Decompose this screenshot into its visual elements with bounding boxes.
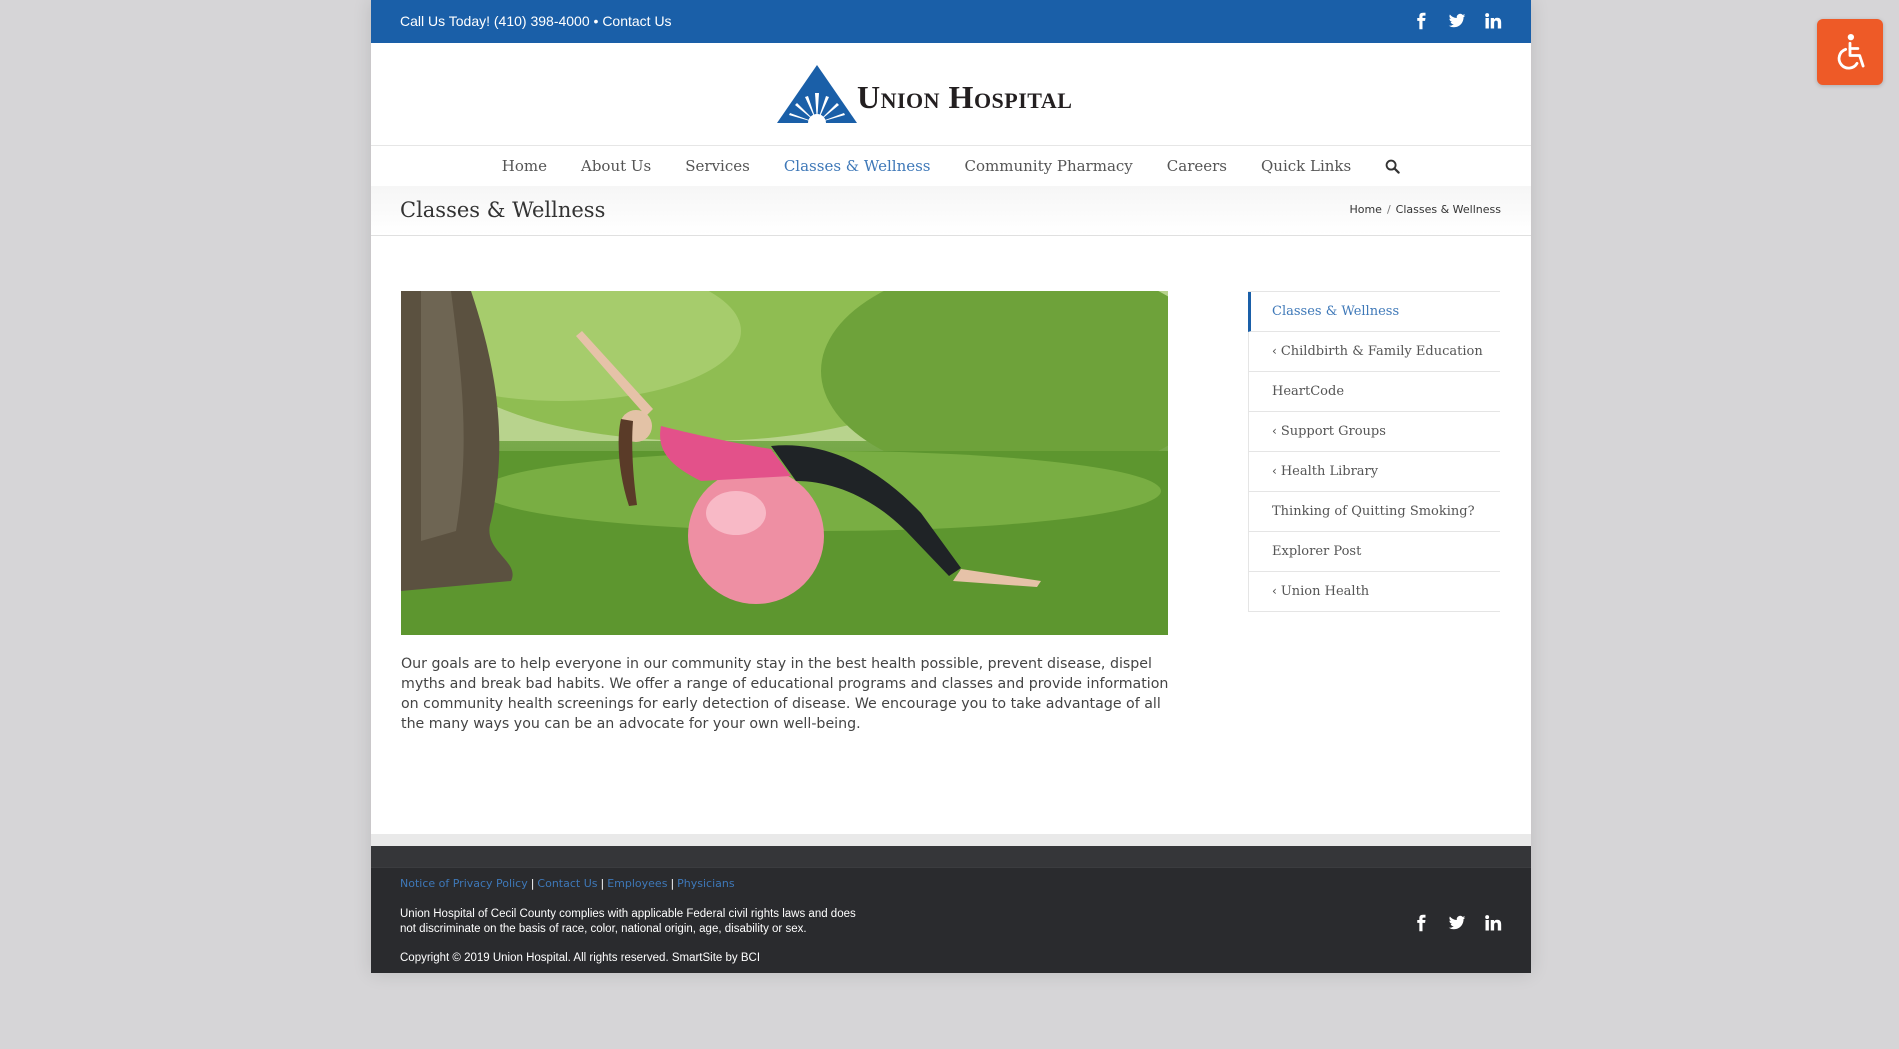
site-footer: Notice of Privacy Policy | Contact Us | Empl… <box>371 846 1531 973</box>
copyright: Copyright © 2019 Union Hospital. All rig… <box>400 952 761 964</box>
facebook-icon[interactable] <box>1412 914 1430 932</box>
footer-spacer <box>371 834 1531 846</box>
breadcrumb: Home / Classes & Wellness <box>1349 186 1501 234</box>
contact-info: Call Us Today! (410) 398-4000 • Contact … <box>400 0 672 43</box>
chevron-left-icon: ‹ <box>1272 464 1277 478</box>
sidebar-menu: Classes & Wellness ‹ Childbirth & Family … <box>1248 291 1500 612</box>
sidebar-item-quitting-smoking[interactable]: Thinking of Quitting Smoking? <box>1248 492 1500 532</box>
wheelchair-icon <box>1837 33 1865 70</box>
search-icon[interactable] <box>1368 159 1417 174</box>
site-header: Union Hospital <box>371 43 1531 145</box>
sidebar-item-childbirth[interactable]: ‹ Childbirth & Family Education <box>1248 332 1500 372</box>
logo-wordmark: Union Hospital <box>857 78 1073 115</box>
footer-link-divider: | <box>670 877 675 890</box>
sidebar-item-support-groups[interactable]: ‹ Support Groups <box>1248 412 1500 452</box>
facebook-icon[interactable] <box>1412 12 1430 30</box>
nav-item-about-us[interactable]: About Us <box>564 147 668 185</box>
sidebar-item-label: HeartCode <box>1272 384 1345 399</box>
footer-link-divider: | <box>530 877 535 890</box>
footer-links: Notice of Privacy Policy | Contact Us | Empl… <box>400 877 735 890</box>
site-logo[interactable]: Union Hospital <box>775 63 1129 125</box>
footer-link-contact[interactable]: Contact Us <box>537 877 597 890</box>
accessibility-button[interactable] <box>1817 19 1883 85</box>
intro-paragraph: Our goals are to help everyone in our co… <box>401 656 1169 732</box>
footer-link-privacy[interactable]: Notice of Privacy Policy <box>400 877 528 890</box>
top-bar: Call Us Today! (410) 398-4000 • Contact … <box>371 0 1531 43</box>
nav-item-careers[interactable]: Careers <box>1150 147 1244 185</box>
sidebar-item-label: Classes & Wellness <box>1272 304 1400 319</box>
sidebar-item-heartcode[interactable]: HeartCode <box>1248 372 1500 412</box>
sidebar-item-label: Childbirth & Family Education <box>1280 344 1483 359</box>
page-wrapper: Call Us Today! (410) 398-4000 • Contact … <box>371 0 1531 973</box>
top-social-links <box>1412 12 1502 30</box>
hero-image <box>401 291 1168 635</box>
sidebar-item-label: Union Health <box>1280 584 1370 599</box>
sidebar-item-label: Thinking of Quitting Smoking? <box>1272 504 1475 519</box>
nav-item-services[interactable]: Services <box>668 147 767 185</box>
footer-link-divider: | <box>600 877 605 890</box>
page-title-bar: Classes & Wellness Home / Classes & Wellne… <box>371 186 1531 236</box>
nondiscrimination-notice: Union Hospital of Cecil County complies … <box>400 908 856 935</box>
sidebar-item-union-health[interactable]: ‹ Union Health <box>1248 572 1500 612</box>
footer-social-links <box>1412 914 1502 932</box>
chevron-left-icon: ‹ <box>1272 344 1277 358</box>
footer-link-physicians[interactable]: Physicians <box>677 877 734 890</box>
nav-item-home[interactable]: Home <box>485 147 564 185</box>
sidebar-item-health-library[interactable]: ‹ Health Library <box>1248 452 1500 492</box>
footer-top-strip <box>371 846 1531 868</box>
sidebar-item-classes-wellness[interactable]: Classes & Wellness <box>1248 292 1500 332</box>
phone-text: Call Us Today! (410) 398-4000 • <box>400 13 599 29</box>
breadcrumb-current: Classes & Wellness <box>1395 203 1501 216</box>
chevron-left-icon: ‹ <box>1272 424 1277 438</box>
linkedin-icon[interactable] <box>1484 914 1502 932</box>
sidebar-item-label: Support Groups <box>1280 424 1386 439</box>
chevron-left-icon: ‹ <box>1272 584 1277 598</box>
twitter-icon[interactable] <box>1448 914 1466 932</box>
nav-item-community-pharmacy[interactable]: Community Pharmacy <box>948 147 1150 185</box>
logo-mark-icon <box>777 65 857 125</box>
nav-list: Home About Us Services Classes & Wellnes… <box>485 147 1368 185</box>
main-nav: Home About Us Services Classes & Wellnes… <box>371 145 1531 187</box>
breadcrumb-home[interactable]: Home <box>1349 203 1381 216</box>
footer-link-employees[interactable]: Employees <box>607 877 667 890</box>
sidebar-item-label: Explorer Post <box>1272 544 1362 559</box>
linkedin-icon[interactable] <box>1484 12 1502 30</box>
twitter-icon[interactable] <box>1448 12 1466 30</box>
sidebar-item-explorer-post[interactable]: Explorer Post <box>1248 532 1500 572</box>
contact-us-link[interactable]: Contact Us <box>602 13 671 29</box>
nav-item-classes-wellness[interactable]: Classes & Wellness <box>767 147 948 185</box>
sidebar-item-label: Health Library <box>1280 464 1379 479</box>
page-title: Classes & Wellness <box>400 198 606 222</box>
nav-item-quick-links[interactable]: Quick Links <box>1244 147 1368 185</box>
breadcrumb-separator: / <box>1386 203 1391 216</box>
